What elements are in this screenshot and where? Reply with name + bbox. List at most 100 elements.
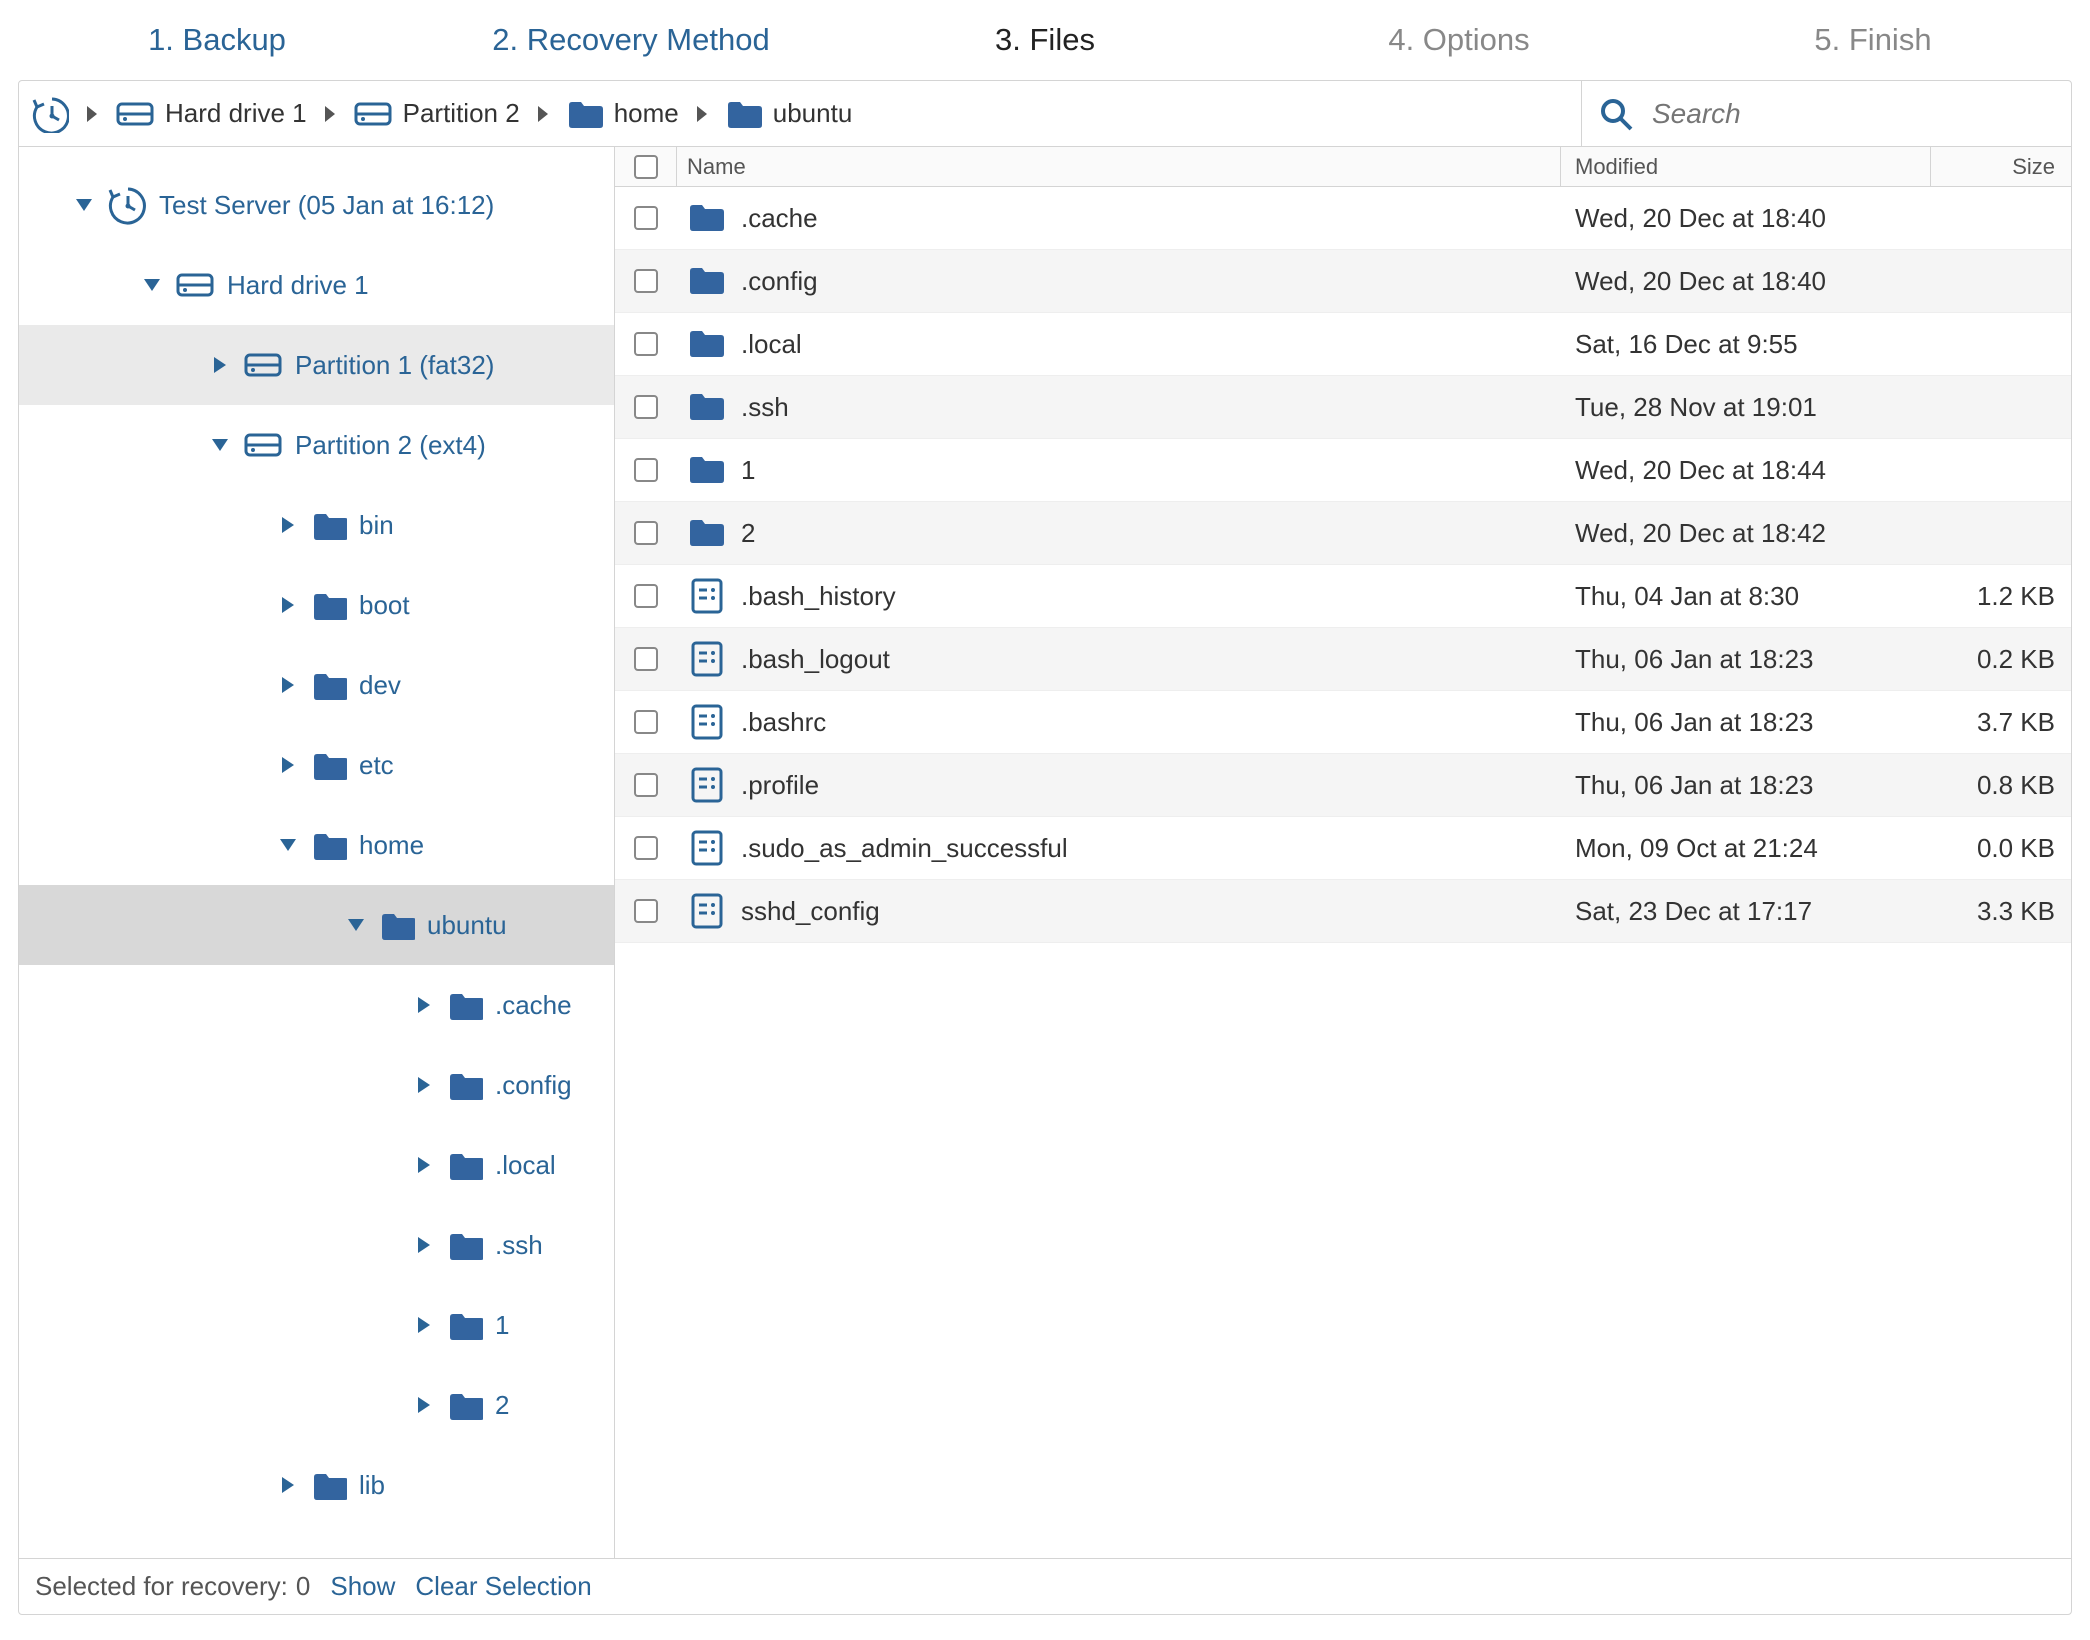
chevron-down-icon[interactable]	[209, 434, 231, 456]
show-selection-button[interactable]: Show	[330, 1571, 395, 1602]
tree[interactable]: Test Server (05 Jan at 16:12) Hard drive…	[19, 147, 614, 1538]
file-modified: Wed, 20 Dec at 18:40	[1561, 266, 1931, 297]
row-checkbox[interactable]	[634, 836, 658, 860]
history-icon	[107, 185, 147, 225]
file-row[interactable]: 2 Wed, 20 Dec at 18:42	[615, 502, 2071, 565]
file-row[interactable]: .bashrc Thu, 06 Jan at 18:23 3.7 KB	[615, 691, 2071, 754]
breadcrumb-label: ubuntu	[773, 98, 853, 129]
tree-item-drive[interactable]: Hard drive 1	[19, 245, 614, 325]
row-checkbox[interactable]	[634, 269, 658, 293]
column-header-size[interactable]: Size	[1931, 147, 2071, 186]
row-checkbox[interactable]	[634, 206, 658, 230]
breadcrumb-item[interactable]: Partition 2	[353, 94, 520, 134]
file-row[interactable]: sshd_config Sat, 23 Dec at 17:17 3.3 KB	[615, 880, 2071, 943]
chevron-right-icon[interactable]	[413, 1394, 435, 1416]
wizard-step-files[interactable]: 3. Files	[838, 22, 1252, 58]
file-row[interactable]: .config Wed, 20 Dec at 18:40	[615, 250, 2071, 313]
tree-item-folder[interactable]: ubuntu	[19, 885, 614, 965]
row-checkbox[interactable]	[634, 521, 658, 545]
wizard-step-recovery[interactable]: 2. Recovery Method	[424, 22, 838, 58]
tree-item-backup-root[interactable]: Test Server (05 Jan at 16:12)	[19, 165, 614, 245]
row-checkbox[interactable]	[634, 584, 658, 608]
drive-icon	[243, 425, 283, 465]
chevron-right-icon[interactable]	[209, 354, 231, 376]
wizard-step-backup[interactable]: 1. Backup	[10, 22, 424, 58]
folder-icon	[566, 95, 604, 133]
history-icon[interactable]	[31, 95, 69, 133]
tree-horizontal-scrollbar[interactable]	[19, 1538, 614, 1558]
chevron-right-icon[interactable]	[277, 674, 299, 696]
chevron-right-icon[interactable]	[413, 1314, 435, 1336]
file-row[interactable]: .ssh Tue, 28 Nov at 19:01	[615, 376, 2071, 439]
file-row[interactable]: .local Sat, 16 Dec at 9:55	[615, 313, 2071, 376]
file-row[interactable]: .bash_logout Thu, 06 Jan at 18:23 0.2 KB	[615, 628, 2071, 691]
chevron-right-icon[interactable]	[413, 1234, 435, 1256]
breadcrumb-separator-icon	[87, 106, 97, 122]
file-icon	[687, 639, 727, 679]
file-name: sshd_config	[741, 896, 880, 927]
row-checkbox[interactable]	[634, 458, 658, 482]
file-name: .bash_logout	[741, 644, 890, 675]
column-header-name[interactable]: Name	[677, 147, 1561, 186]
chevron-right-icon[interactable]	[413, 1154, 435, 1176]
chevron-right-icon[interactable]	[277, 514, 299, 536]
breadcrumb-item[interactable]: home	[566, 95, 679, 133]
file-size: 1.2 KB	[1931, 581, 2071, 612]
tree-item-label: dev	[359, 670, 401, 701]
chevron-right-icon[interactable]	[413, 994, 435, 1016]
breadcrumb-label: Hard drive 1	[165, 98, 307, 129]
chevron-right-icon[interactable]	[413, 1074, 435, 1096]
tree-item-label: home	[359, 830, 424, 861]
tree-item-partition[interactable]: Partition 2 (ext4)	[19, 405, 614, 485]
chevron-down-icon[interactable]	[277, 834, 299, 856]
file-row[interactable]: 1 Wed, 20 Dec at 18:44	[615, 439, 2071, 502]
row-checkbox[interactable]	[634, 773, 658, 797]
file-row[interactable]: .bash_history Thu, 04 Jan at 8:30 1.2 KB	[615, 565, 2071, 628]
folder-icon	[687, 513, 727, 553]
tree-item-folder[interactable]: .ssh	[19, 1205, 614, 1285]
row-checkbox[interactable]	[634, 332, 658, 356]
folder-icon	[311, 1467, 347, 1503]
tree-item-folder[interactable]: boot	[19, 565, 614, 645]
tree-item-partition[interactable]: Partition 1 (fat32)	[19, 325, 614, 405]
chevron-right-icon[interactable]	[277, 754, 299, 776]
tree-item-folder[interactable]: .local	[19, 1125, 614, 1205]
row-checkbox[interactable]	[634, 647, 658, 671]
row-checkbox[interactable]	[634, 899, 658, 923]
wizard-step-options[interactable]: 4. Options	[1252, 22, 1666, 58]
tree-item-folder[interactable]: bin	[19, 485, 614, 565]
breadcrumb-item[interactable]: ubuntu	[725, 95, 853, 133]
file-modified: Thu, 06 Jan at 18:23	[1561, 707, 1931, 738]
folder-icon	[311, 827, 347, 863]
tree-item-folder[interactable]: .cache	[19, 965, 614, 1045]
file-row[interactable]: .sudo_as_admin_successful Mon, 09 Oct at…	[615, 817, 2071, 880]
tree-item-folder[interactable]: etc	[19, 725, 614, 805]
chevron-right-icon[interactable]	[277, 594, 299, 616]
breadcrumb-item[interactable]: Hard drive 1	[115, 94, 307, 134]
tree-item-folder[interactable]: 1	[19, 1285, 614, 1365]
wizard-steps: 1. Backup 2. Recovery Method 3. Files 4.…	[0, 0, 2090, 80]
chevron-down-icon[interactable]	[345, 914, 367, 936]
chevron-down-icon[interactable]	[73, 194, 95, 216]
folder-icon	[447, 1227, 483, 1263]
tree-item-folder[interactable]: .config	[19, 1045, 614, 1125]
column-header-checkbox[interactable]	[615, 147, 677, 186]
file-row[interactable]: .cache Wed, 20 Dec at 18:40	[615, 187, 2071, 250]
chevron-right-icon[interactable]	[277, 1474, 299, 1496]
tree-item-folder[interactable]: lib	[19, 1445, 614, 1525]
tree-item-folder[interactable]: 2	[19, 1365, 614, 1445]
search-input[interactable]	[1650, 97, 2055, 131]
tree-item-folder[interactable]: dev	[19, 645, 614, 725]
tree-item-folder[interactable]: home	[19, 805, 614, 885]
search-box[interactable]	[1581, 81, 2071, 146]
chevron-down-icon[interactable]	[141, 274, 163, 296]
column-header-modified[interactable]: Modified	[1561, 147, 1931, 186]
folder-icon	[311, 507, 347, 543]
clear-selection-button[interactable]: Clear Selection	[415, 1571, 591, 1602]
wizard-step-finish[interactable]: 5. Finish	[1666, 22, 2080, 58]
file-row[interactable]: .profile Thu, 06 Jan at 18:23 0.8 KB	[615, 754, 2071, 817]
row-checkbox[interactable]	[634, 395, 658, 419]
folder-icon	[311, 667, 347, 703]
folder-icon	[447, 1147, 483, 1183]
row-checkbox[interactable]	[634, 710, 658, 734]
